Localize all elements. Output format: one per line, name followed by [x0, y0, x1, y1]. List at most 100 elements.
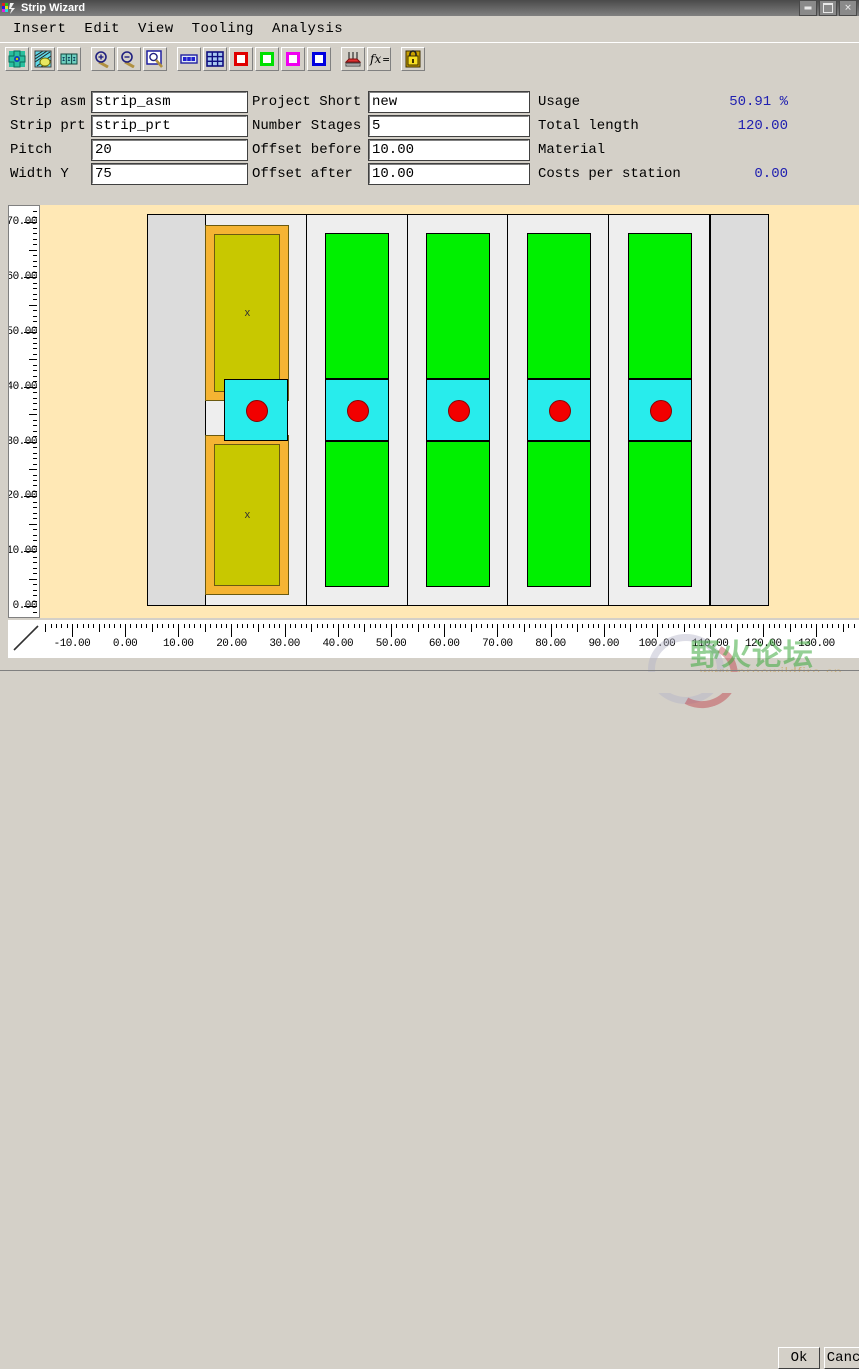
close-button[interactable]: ✕ — [839, 0, 857, 16]
cyan-feature-box[interactable] — [425, 379, 490, 441]
zoom-out-icon[interactable] — [117, 46, 141, 71]
ruler-tick — [151, 624, 153, 632]
number-stages-input[interactable]: 5 — [368, 115, 530, 137]
ruler-tick — [29, 469, 37, 471]
cyan-feature-box[interactable] — [325, 379, 390, 441]
red-square-icon[interactable] — [229, 46, 253, 71]
width-y-input[interactable]: 75 — [91, 163, 248, 185]
zoom-in-icon[interactable] — [91, 46, 115, 71]
minimize-button[interactable] — [799, 0, 817, 16]
part-center-mark: x — [244, 509, 251, 521]
ruler-tick — [646, 624, 648, 628]
green-part-top[interactable] — [526, 233, 591, 379]
menu-insert[interactable]: Insert — [4, 19, 75, 39]
ruler-tick — [33, 211, 37, 213]
strip-asm-input[interactable]: strip_asm — [91, 91, 248, 113]
ruler-tick — [385, 624, 387, 628]
green-part-top[interactable] — [325, 233, 390, 379]
ruler-tick — [29, 249, 37, 251]
new-strip-icon[interactable] — [5, 46, 29, 71]
table-view-icon[interactable] — [203, 46, 227, 71]
project-short-input[interactable]: new — [368, 91, 530, 113]
vertical-ruler[interactable]: 70.00 60.00 50.00 40.00 30.00 20.00 10.00 0.00 — [8, 205, 40, 618]
pitch-input[interactable]: 20 — [91, 139, 248, 161]
ruler-label: 80.00 — [535, 638, 566, 650]
lock-icon[interactable] — [401, 46, 425, 71]
strip-view-icon[interactable] — [177, 46, 201, 71]
green-part-bottom[interactable] — [526, 441, 591, 587]
ruler-tick — [406, 624, 408, 628]
cyan-feature-box[interactable] — [224, 379, 289, 441]
ruler-tick — [577, 624, 579, 632]
green-square-icon[interactable] — [255, 46, 279, 71]
strip-prt-input[interactable]: strip_prt — [91, 115, 248, 137]
ruler-tick — [33, 595, 37, 597]
ruler-tick — [172, 624, 174, 628]
station-column[interactable]: xx — [205, 215, 307, 605]
menu-view[interactable]: View — [129, 19, 183, 39]
ruler-tick — [465, 624, 467, 628]
offset-after-input[interactable]: 10.00 — [368, 163, 530, 185]
horizontal-ruler[interactable]: -10.00 0.00 10.00 20.00 30.00 40.00 50.00 60.00… — [40, 620, 859, 658]
strip-layout[interactable]: xx — [147, 214, 769, 606]
red-punch-dot[interactable] — [347, 400, 370, 422]
ruler-tick — [289, 624, 291, 628]
maximize-button[interactable] — [819, 0, 837, 16]
green-part-top[interactable] — [425, 233, 490, 379]
menu-edit[interactable]: Edit — [75, 19, 129, 39]
ok-button[interactable]: Ok — [778, 1347, 820, 1369]
offset-before-input[interactable]: 10.00 — [368, 139, 530, 161]
station-column[interactable] — [609, 215, 710, 605]
ruler-label: 20.00 — [8, 490, 37, 503]
ruler-tick — [449, 624, 451, 628]
ruler-tick — [832, 624, 834, 628]
magenta-square-icon[interactable] — [281, 46, 305, 71]
green-part-bottom[interactable] — [425, 441, 490, 587]
ruler-tick — [460, 624, 462, 628]
station-column[interactable] — [307, 215, 408, 605]
red-punch-dot[interactable] — [246, 400, 269, 422]
ruler-tick — [33, 540, 37, 542]
ruler-tick — [29, 304, 37, 306]
parameter-panel: Strip asm strip_asm Strip prt strip_prt … — [0, 74, 859, 192]
green-part-bottom[interactable] — [627, 441, 692, 587]
cancel-button[interactable]: Cancel — [824, 1347, 859, 1369]
red-punch-dot[interactable] — [649, 400, 672, 422]
ruler-tick — [178, 624, 180, 637]
ruler-tick — [236, 624, 238, 628]
ruler-tick — [33, 310, 37, 312]
strip-layout-icon[interactable] — [31, 46, 55, 71]
svg-text:fx: fx — [369, 52, 381, 66]
zoom-fit-icon[interactable] — [143, 46, 167, 71]
ruler-tick — [146, 624, 148, 628]
green-part-top[interactable] — [627, 233, 692, 379]
blue-square-icon[interactable] — [307, 46, 331, 71]
red-punch-dot[interactable] — [447, 400, 470, 422]
ruler-tick — [476, 624, 478, 628]
cyan-feature-box[interactable] — [627, 379, 692, 441]
menu-tooling[interactable]: Tooling — [183, 19, 263, 39]
ruler-tick — [33, 529, 37, 531]
station-grid-icon[interactable] — [57, 46, 81, 71]
ruler-tick — [33, 233, 37, 235]
ruler-tick — [33, 315, 37, 317]
ruler-tick — [508, 624, 509, 628]
red-punch-dot[interactable] — [548, 400, 571, 422]
station-column[interactable] — [508, 215, 610, 605]
ruler-tick — [215, 624, 217, 628]
ruler-tick — [29, 414, 37, 416]
measure-icon[interactable] — [341, 46, 365, 71]
strip-canvas[interactable]: xx — [40, 205, 859, 618]
ruler-tick — [109, 624, 111, 628]
ruler-tick — [130, 624, 132, 628]
ruler-tick — [55, 624, 57, 628]
ruler-tick — [396, 624, 398, 628]
green-part-bottom[interactable] — [325, 441, 390, 587]
ruler-tick — [33, 419, 37, 421]
station-column[interactable] — [408, 215, 509, 605]
menu-analysis[interactable]: Analysis — [263, 19, 352, 39]
cyan-feature-box[interactable] — [526, 379, 591, 441]
ruler-tick — [33, 370, 37, 372]
ruler-corner — [8, 620, 40, 658]
function-icon[interactable]: fx = — [367, 46, 391, 71]
